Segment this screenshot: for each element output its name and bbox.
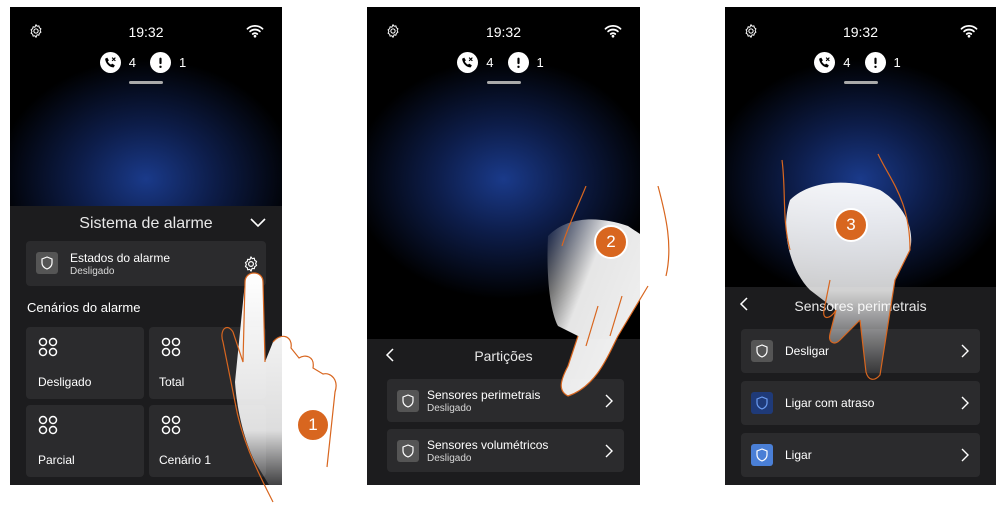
pull-handle[interactable]	[129, 81, 163, 84]
scenarios-section-label: Cenários do alarme	[27, 300, 141, 315]
scenario-label: Desligado	[38, 375, 92, 389]
missed-calls-count: 4	[843, 55, 851, 70]
partition-subtitle: Desligado	[427, 453, 472, 464]
missed-call-icon[interactable]	[457, 52, 479, 73]
wifi-icon	[246, 24, 264, 38]
wifi-icon	[960, 24, 978, 38]
step-badge: 1	[296, 408, 330, 442]
alerts-count: 1	[536, 55, 544, 70]
state-subtitle: Desligado	[70, 266, 115, 277]
scenario-tile[interactable]: Desligado	[26, 327, 144, 399]
clock: 19:32	[485, 24, 522, 40]
shield-icon	[397, 390, 419, 412]
mode-item-ligar-com-atraso[interactable]: Ligar com atraso	[741, 381, 980, 425]
clock: 19:32	[128, 24, 164, 40]
alerts-count: 1	[893, 55, 901, 70]
chevron-right-icon	[605, 444, 613, 458]
panel-title: Sistema de alarme	[79, 215, 213, 232]
scenario-icon	[161, 337, 181, 357]
mode-label: Ligar com atraso	[785, 396, 875, 410]
shield-icon	[36, 252, 58, 274]
chevron-down-icon[interactable]	[250, 218, 266, 228]
clock: 19:32	[842, 24, 879, 40]
scenario-label: Parcial	[38, 453, 75, 467]
step-badge: 2	[594, 225, 628, 259]
pointing-hand-illustration	[547, 186, 670, 397]
pointing-hand-illustration	[221, 272, 337, 503]
missed-call-icon[interactable]	[99, 52, 121, 73]
alert-icon[interactable]	[507, 52, 529, 73]
pointing-hand-illustration	[781, 153, 912, 380]
missed-calls-count: 4	[486, 55, 494, 70]
partition-subtitle: Desligado	[427, 403, 472, 414]
chevron-right-icon	[961, 396, 969, 410]
status-bar: 19:32 4 1	[10, 7, 282, 87]
shield-icon	[751, 444, 773, 466]
mode-item-ligar[interactable]: Ligar	[741, 433, 980, 477]
missed-call-icon[interactable]	[814, 52, 836, 73]
shield-icon	[397, 440, 419, 462]
state-title: Estados do alarme	[70, 251, 171, 265]
scenario-icon	[161, 415, 181, 435]
scenario-icon	[38, 415, 58, 435]
mode-label: Ligar	[785, 448, 812, 462]
scenario-label: Total	[159, 375, 185, 389]
partition-item[interactable]: Sensores volumétricos Desligado	[387, 429, 624, 472]
step-badge: 3	[834, 208, 868, 242]
notifications[interactable]: 4 1	[725, 52, 996, 73]
alerts-count: 1	[179, 55, 187, 70]
notifications[interactable]: 4 1	[10, 52, 282, 73]
chevron-right-icon	[961, 344, 969, 358]
alert-icon[interactable]	[864, 52, 886, 73]
shield-icon	[751, 392, 773, 414]
wifi-icon	[604, 24, 622, 38]
pull-handle[interactable]	[486, 81, 521, 84]
chevron-right-icon	[961, 448, 969, 462]
notifications[interactable]: 4 1	[367, 52, 640, 73]
partition-title: Sensores perimetrais	[427, 388, 541, 402]
partition-title: Sensores volumétricos	[427, 438, 549, 452]
scenario-label: Cenário 1	[159, 453, 212, 467]
status-bar: 19:32 4 1	[725, 7, 996, 87]
alert-icon[interactable]	[150, 52, 171, 73]
status-bar: 19:32 4 1	[367, 7, 640, 87]
scenario-tile[interactable]: Parcial	[26, 405, 144, 477]
missed-calls-count: 4	[128, 55, 136, 70]
scenario-icon	[38, 337, 58, 357]
pull-handle[interactable]	[843, 81, 878, 84]
